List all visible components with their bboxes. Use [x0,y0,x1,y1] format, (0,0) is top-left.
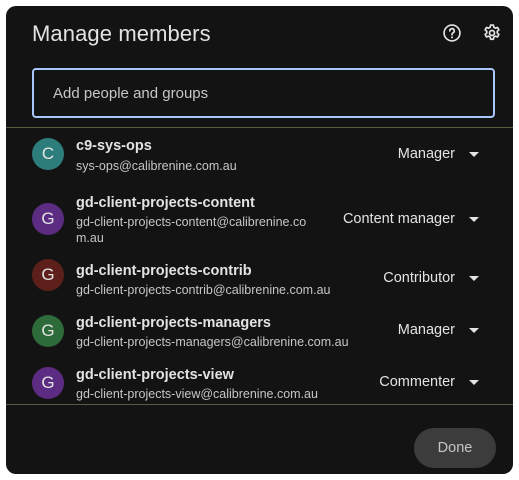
avatar: G [32,203,64,235]
member-email: sys-ops@calibrenine.com.au [76,159,237,173]
dialog-title: Manage members [32,21,211,46]
caret-down-icon [469,151,479,157]
member-email: gd-client-projects-view@calibrenine.com.… [76,387,318,401]
done-button[interactable]: Done [414,428,496,468]
member-name: gd-client-projects-view [76,367,234,383]
role-dropdown[interactable]: Manager [398,322,479,338]
help-circle-icon[interactable] [439,20,465,46]
role-label: Contributor [383,270,455,286]
role-label: Content manager [342,211,455,227]
caret-down-icon [469,216,479,222]
avatar: G [32,367,64,399]
caret-down-icon [469,327,479,333]
avatar: G [32,259,64,291]
role-dropdown[interactable]: Content manager [343,211,479,227]
role-label: Manager [397,146,455,162]
list-item: C c9-sys-ops sys-ops@calibrenine.com.au … [6,128,513,180]
list-item: G gd-client-projects-view gd-client-proj… [6,352,513,404]
member-email: gd-client-projects-content@calibrenine.c… [76,215,307,245]
list-item: G gd-client-projects-managers gd-client-… [6,300,513,352]
role-label: Manager [397,322,455,338]
member-email: gd-client-projects-contrib@calibrenine.c… [76,283,331,297]
role-dropdown[interactable]: Commenter [379,374,479,390]
member-name: gd-client-projects-managers [76,315,271,331]
avatar: G [32,315,64,347]
member-name: c9-sys-ops [76,138,152,154]
caret-down-icon [469,275,479,281]
add-people-input[interactable] [32,68,495,118]
member-name: gd-client-projects-content [76,195,255,211]
member-email: gd-client-projects-managers@calibrenine.… [76,335,349,349]
gear-icon[interactable] [479,20,505,46]
list-item: G gd-client-projects-content gd-client-p… [6,180,513,248]
role-dropdown[interactable]: Contributor [383,270,479,286]
role-label: Commenter [379,374,455,390]
divider [6,404,513,405]
role-dropdown[interactable]: Manager [398,146,479,162]
list-item: G gd-client-projects-contrib gd-client-p… [6,248,513,300]
members-list: C c9-sys-ops sys-ops@calibrenine.com.au … [6,128,513,404]
member-name: gd-client-projects-contrib [76,263,252,279]
manage-members-dialog: Manage members C c9-sys-ops sys-ops@cali… [6,6,513,474]
avatar: C [32,138,64,170]
caret-down-icon [469,379,479,385]
